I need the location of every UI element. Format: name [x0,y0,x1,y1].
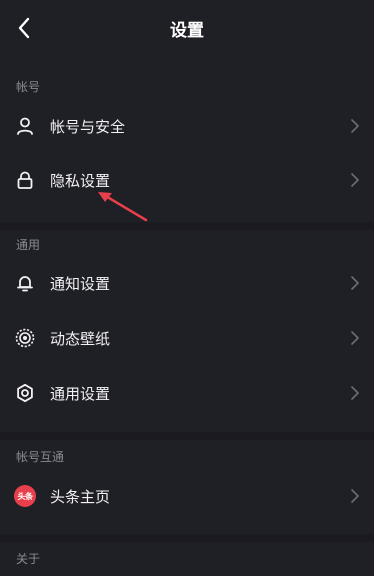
annotation-arrow-icon [98,192,148,222]
chevron-right-icon [350,118,360,134]
chevron-right-icon [350,330,360,346]
chevron-right-icon [350,385,360,401]
row-general-settings[interactable]: 通用设置 [0,367,374,419]
header-bar: 设置 [0,0,374,56]
chevron-right-icon [350,172,360,188]
section-label-general: 通用 [16,238,41,252]
section-label-about: 关于 [16,552,41,566]
row-notification-settings[interactable]: 通知设置 [0,257,374,309]
section-divider [0,534,374,542]
wallpaper-icon [14,327,36,349]
row-toutiao-homepage[interactable]: 头条 头条主页 [0,470,374,522]
bell-icon [14,272,36,294]
row-label-dynamic-wallpaper: 动态壁纸 [50,329,111,348]
section-divider [0,222,374,230]
row-account-security[interactable]: 帐号与安全 [0,100,374,152]
row-label-general-settings: 通用设置 [50,384,111,403]
section-label-account: 帐号 [16,80,41,94]
chevron-right-icon [350,275,360,291]
lock-icon [14,169,36,191]
section-label-account-linking: 帐号互通 [16,450,65,464]
row-label-notification-settings: 通知设置 [50,274,111,293]
toutiao-badge: 头条 [14,485,36,507]
section-divider [0,432,374,440]
page-title: 设置 [170,21,204,41]
row-label-account-security: 帐号与安全 [50,117,126,136]
row-privacy-settings[interactable]: 隐私设置 [0,154,374,206]
toutiao-icon: 头条 [14,485,36,507]
user-icon [14,115,36,137]
chevron-right-icon [350,488,360,504]
row-dynamic-wallpaper[interactable]: 动态壁纸 [0,312,374,364]
row-label-toutiao-homepage: 头条主页 [50,487,111,506]
gear-icon [14,382,36,404]
